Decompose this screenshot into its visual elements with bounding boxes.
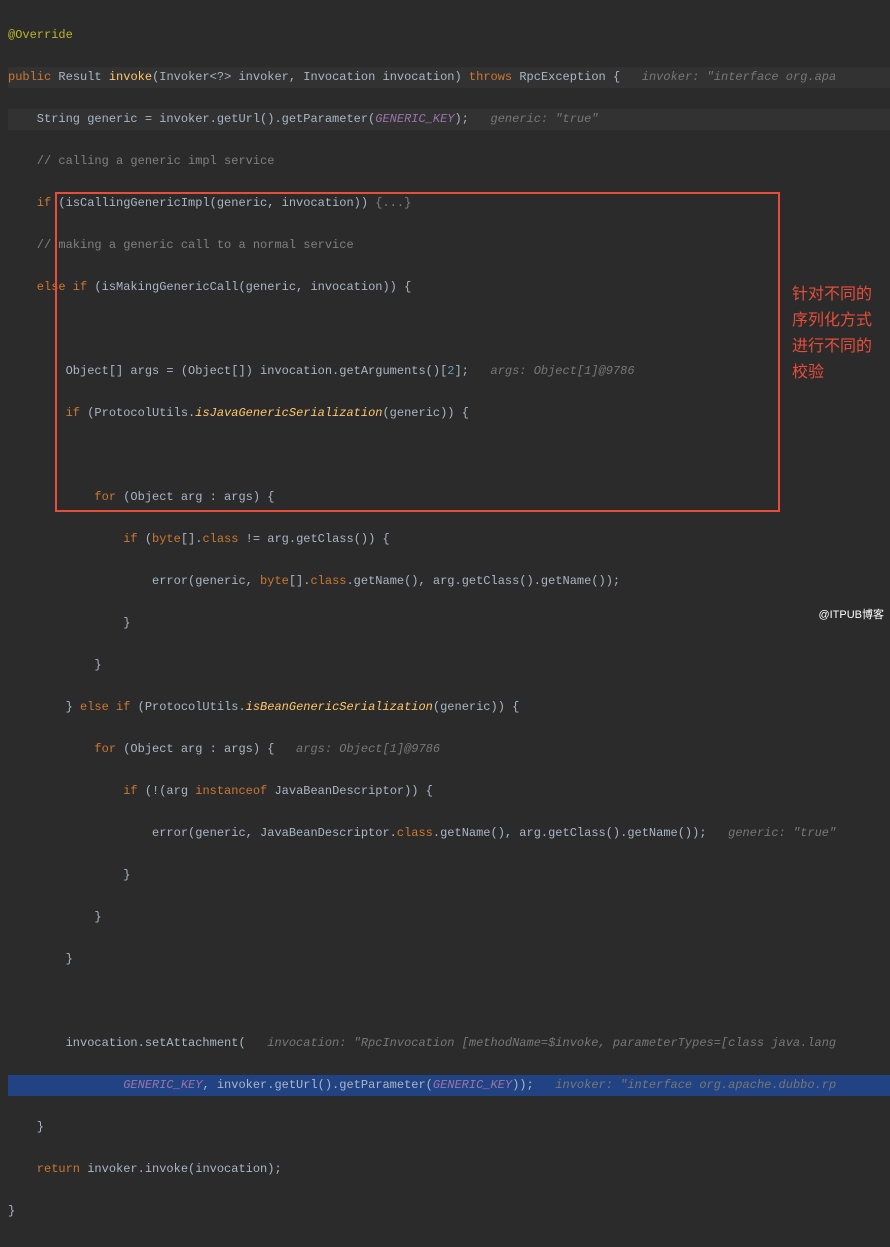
code-line: } xyxy=(8,1201,890,1222)
code-line: if (isCallingGenericImpl(generic, invoca… xyxy=(8,193,890,214)
code-editor[interactable]: @Override public Result invoke(Invoker<?… xyxy=(0,0,890,1247)
code-line: error(generic, JavaBeanDescriptor.class.… xyxy=(8,823,890,844)
code-line xyxy=(8,991,890,1012)
code-line: if (byte[].class != arg.getClass()) { xyxy=(8,529,890,550)
code-line: } xyxy=(8,907,890,928)
code-line: if (!(arg instanceof JavaBeanDescriptor)… xyxy=(8,781,890,802)
code-line-selected: GENERIC_KEY, invoker.getUrl().getParamet… xyxy=(8,1075,890,1096)
code-line xyxy=(8,445,890,466)
code-line: for (Object arg : args) { xyxy=(8,487,890,508)
code-line: Object[] args = (Object[]) invocation.ge… xyxy=(8,361,890,382)
code-line: else if (isMakingGenericCall(generic, in… xyxy=(8,277,890,298)
code-line: // calling a generic impl service xyxy=(8,151,890,172)
code-line: String generic = invoker.getUrl().getPar… xyxy=(8,109,890,130)
code-line xyxy=(8,319,890,340)
code-line: invocation.setAttachment( invocation: "R… xyxy=(8,1033,890,1054)
code-line: } else if (ProtocolUtils.isBeanGenericSe… xyxy=(8,697,890,718)
code-line: @Override xyxy=(8,25,890,46)
code-line: } xyxy=(8,865,890,886)
code-line: if (ProtocolUtils.isJavaGenericSerializa… xyxy=(8,403,890,424)
code-line: } xyxy=(8,1117,890,1138)
annotation-text: 针对不同的 序列化方式 进行不同的 校验 xyxy=(792,282,872,386)
watermark: @ITPUB博客 xyxy=(818,605,884,626)
code-line: } xyxy=(8,613,890,634)
code-line: public Result invoke(Invoker<?> invoker,… xyxy=(8,67,890,88)
code-line: return invoker.invoke(invocation); xyxy=(8,1159,890,1180)
code-line: // making a generic call to a normal ser… xyxy=(8,235,890,256)
code-line: error(generic, byte[].class.getName(), a… xyxy=(8,571,890,592)
code-line: } xyxy=(8,949,890,970)
code-line: for (Object arg : args) { args: Object[1… xyxy=(8,739,890,760)
code-line: } xyxy=(8,655,890,676)
